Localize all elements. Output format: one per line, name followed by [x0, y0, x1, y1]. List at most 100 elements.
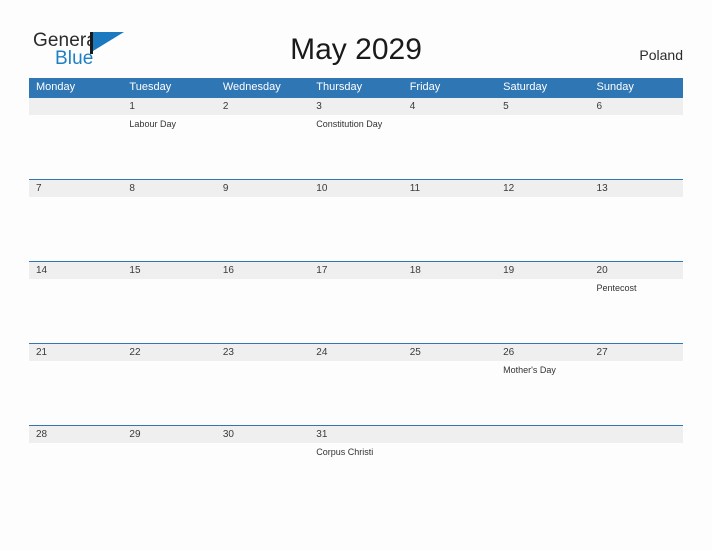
- page-header: General Blue May 2029 Poland: [0, 0, 712, 74]
- day-number[interactable]: 4: [403, 98, 496, 115]
- day-cell[interactable]: [590, 443, 683, 507]
- day-number[interactable]: 29: [122, 426, 215, 443]
- day-number[interactable]: 21: [29, 344, 122, 361]
- day-cell[interactable]: [496, 279, 589, 343]
- week-date-strip: 14 15 16 17 18 19 20: [29, 261, 683, 279]
- day-cell[interactable]: [496, 197, 589, 261]
- day-cell[interactable]: [216, 361, 309, 425]
- day-number[interactable]: [496, 426, 589, 443]
- week-date-strip: 28 29 30 31: [29, 425, 683, 443]
- day-number[interactable]: 3: [309, 98, 402, 115]
- day-cell[interactable]: [122, 443, 215, 507]
- day-cell[interactable]: [590, 115, 683, 179]
- day-number[interactable]: 15: [122, 262, 215, 279]
- day-event-label: Constitution Day: [316, 119, 383, 129]
- day-number[interactable]: 1: [122, 98, 215, 115]
- weekday-header-wednesday: Wednesday: [222, 81, 281, 93]
- week-date-strip: 7 8 9 10 11 12 13: [29, 179, 683, 197]
- week-event-strip: Labour Day Constitution Day: [29, 115, 683, 179]
- day-cell[interactable]: [309, 361, 402, 425]
- day-number[interactable]: 10: [309, 180, 402, 197]
- day-cell[interactable]: Pentecost: [590, 279, 683, 343]
- weekday-header-saturday: Saturday: [503, 81, 548, 93]
- day-number[interactable]: [29, 98, 122, 115]
- day-cell[interactable]: Corpus Christi: [309, 443, 402, 507]
- day-number[interactable]: 26: [496, 344, 589, 361]
- day-cell[interactable]: [216, 279, 309, 343]
- week-row: 1 2 3 4 5 6 Labour Day Constitution Day: [29, 97, 683, 179]
- day-cell[interactable]: [403, 197, 496, 261]
- weekday-header-sunday: Sunday: [596, 81, 634, 93]
- week-row: 21 22 23 24 25 26 27 Mother's Day: [29, 343, 683, 425]
- page-title: May 2029: [290, 33, 422, 66]
- day-cell[interactable]: [590, 197, 683, 261]
- calendar-page: General Blue May 2029 Poland Monday Tues…: [0, 0, 712, 550]
- day-number[interactable]: 28: [29, 426, 122, 443]
- day-cell[interactable]: [122, 197, 215, 261]
- day-number[interactable]: [403, 426, 496, 443]
- day-cell[interactable]: [216, 197, 309, 261]
- day-cell[interactable]: [403, 115, 496, 179]
- day-cell[interactable]: [309, 279, 402, 343]
- day-cell[interactable]: [590, 361, 683, 425]
- country-label: Poland: [639, 47, 683, 63]
- week-row: 14 15 16 17 18 19 20 Pentecost: [29, 261, 683, 343]
- day-cell[interactable]: [29, 115, 122, 179]
- week-date-strip: 21 22 23 24 25 26 27: [29, 343, 683, 361]
- day-event-label: Corpus Christi: [316, 447, 374, 457]
- day-number[interactable]: 27: [590, 344, 683, 361]
- week-row: 28 29 30 31 Corpus Christi: [29, 425, 683, 507]
- day-number[interactable]: [590, 426, 683, 443]
- day-cell[interactable]: [216, 115, 309, 179]
- day-cell[interactable]: [29, 443, 122, 507]
- weekday-header-row: Monday Tuesday Wednesday Thursday Friday…: [29, 78, 683, 97]
- week-event-strip: Pentecost: [29, 279, 683, 343]
- day-cell[interactable]: [403, 361, 496, 425]
- day-cell[interactable]: Mother's Day: [496, 361, 589, 425]
- day-cell[interactable]: [29, 361, 122, 425]
- day-number[interactable]: 17: [309, 262, 402, 279]
- day-number[interactable]: 8: [122, 180, 215, 197]
- day-number[interactable]: 2: [216, 98, 309, 115]
- day-number[interactable]: 7: [29, 180, 122, 197]
- day-number[interactable]: 5: [496, 98, 589, 115]
- day-number[interactable]: 18: [403, 262, 496, 279]
- day-number[interactable]: 30: [216, 426, 309, 443]
- calendar-grid: Monday Tuesday Wednesday Thursday Friday…: [29, 78, 683, 507]
- day-cell[interactable]: [122, 279, 215, 343]
- weekday-header-thursday: Thursday: [316, 81, 363, 93]
- day-number[interactable]: 11: [403, 180, 496, 197]
- day-event-label: Labour Day: [129, 119, 176, 129]
- weekday-header-tuesday: Tuesday: [129, 81, 172, 93]
- day-cell[interactable]: [403, 279, 496, 343]
- day-number[interactable]: 24: [309, 344, 402, 361]
- day-cell[interactable]: [496, 115, 589, 179]
- day-number[interactable]: 13: [590, 180, 683, 197]
- day-number[interactable]: 20: [590, 262, 683, 279]
- day-cell[interactable]: [216, 443, 309, 507]
- weekday-header-friday: Friday: [409, 81, 441, 93]
- day-number[interactable]: 23: [216, 344, 309, 361]
- day-cell[interactable]: [496, 443, 589, 507]
- day-number[interactable]: 19: [496, 262, 589, 279]
- day-cell[interactable]: [29, 197, 122, 261]
- day-number[interactable]: 25: [403, 344, 496, 361]
- day-number[interactable]: 22: [122, 344, 215, 361]
- day-cell[interactable]: [309, 197, 402, 261]
- day-number[interactable]: 16: [216, 262, 309, 279]
- day-cell[interactable]: Constitution Day: [309, 115, 402, 179]
- day-number[interactable]: 9: [216, 180, 309, 197]
- day-number[interactable]: 31: [309, 426, 402, 443]
- week-event-strip: Mother's Day: [29, 361, 683, 425]
- weekday-header-monday: Monday: [36, 81, 76, 93]
- day-cell[interactable]: [29, 279, 122, 343]
- week-event-strip: Corpus Christi: [29, 443, 683, 507]
- week-date-strip: 1 2 3 4 5 6: [29, 97, 683, 115]
- day-number[interactable]: 14: [29, 262, 122, 279]
- day-cell[interactable]: [403, 443, 496, 507]
- day-cell[interactable]: [122, 361, 215, 425]
- day-cell[interactable]: Labour Day: [122, 115, 215, 179]
- week-event-strip: [29, 197, 683, 261]
- day-number[interactable]: 12: [496, 180, 589, 197]
- day-number[interactable]: 6: [590, 98, 683, 115]
